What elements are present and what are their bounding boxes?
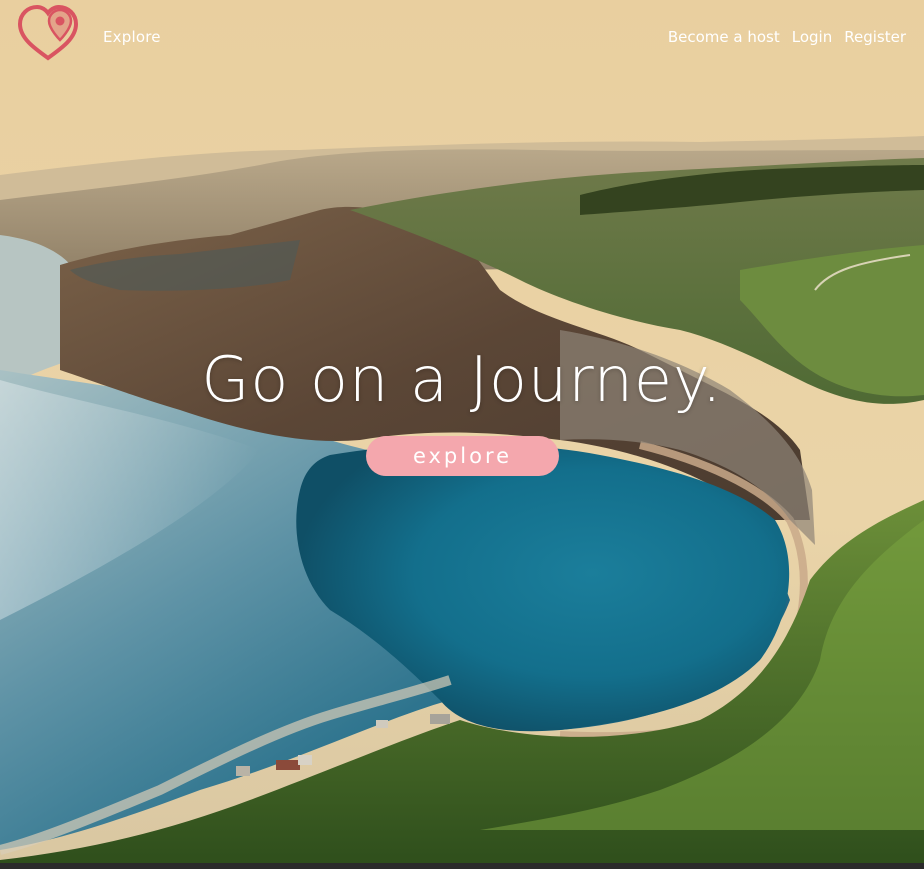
register-link[interactable]: Register [844,28,906,46]
explore-button[interactable]: explore [366,436,559,476]
nav-explore-link[interactable]: Explore [103,28,161,46]
location-heart-icon[interactable] [16,4,80,62]
hero-section: Explore Become a host Login Register Go … [0,0,924,863]
navbar: Explore Become a host Login Register [0,0,924,72]
bottom-bar [0,863,924,869]
hero-headline: Go on a Journey. [201,343,723,416]
become-host-link[interactable]: Become a host [668,28,780,46]
hero-background-image [0,0,924,863]
nav-right-links: Become a host Login Register [668,28,906,46]
login-link[interactable]: Login [792,28,832,46]
